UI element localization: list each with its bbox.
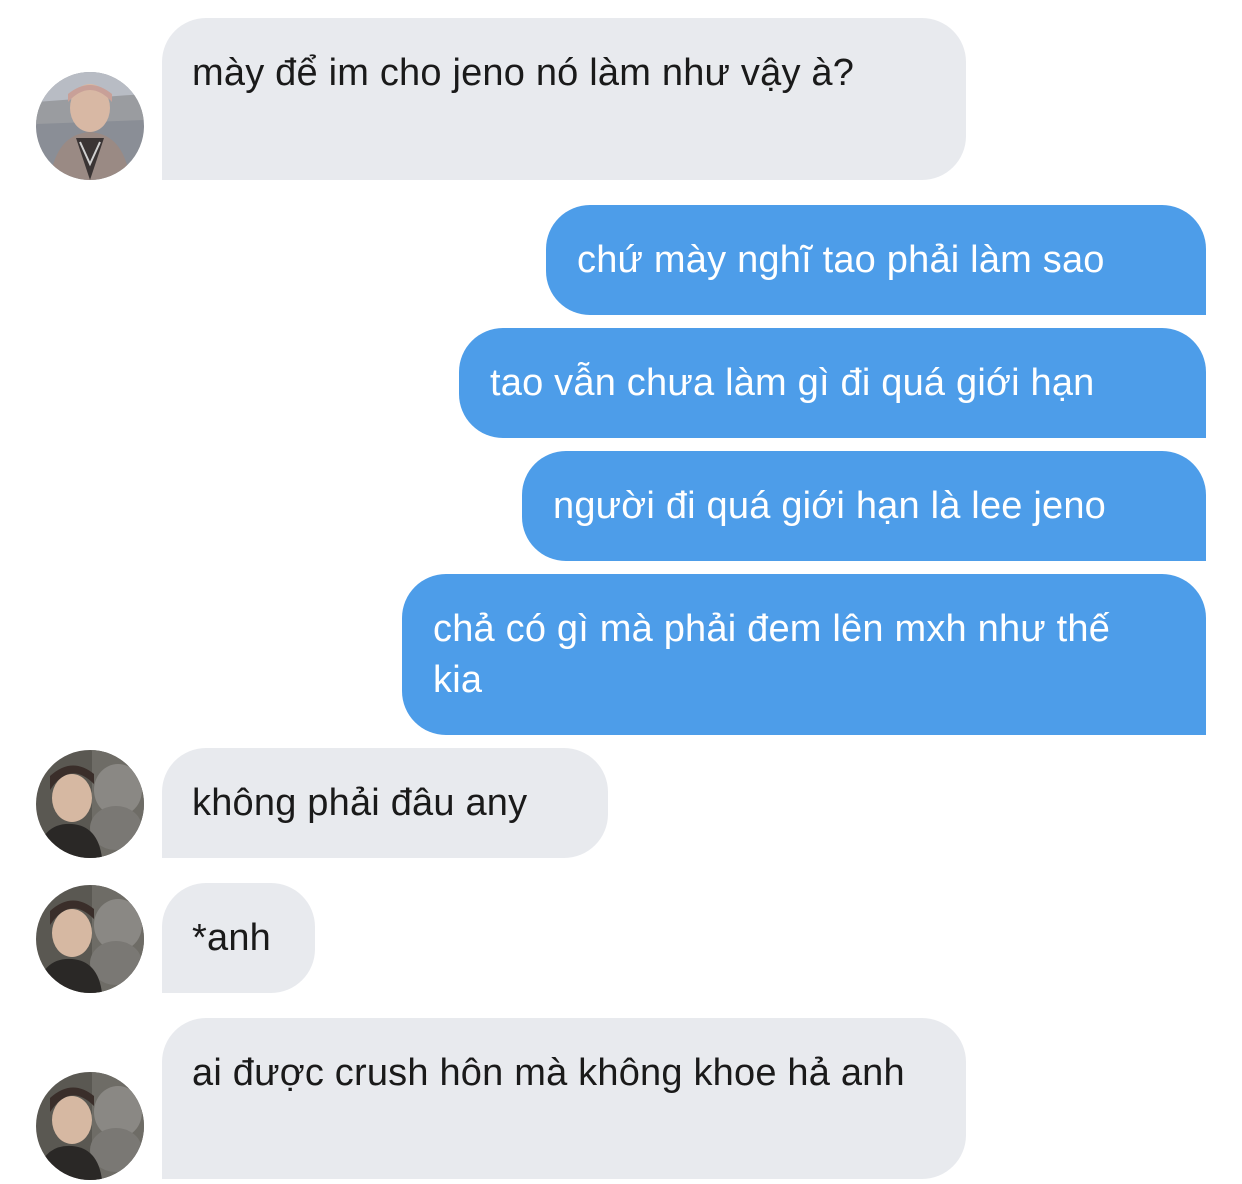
- message-bubble-outgoing[interactable]: chứ mày nghĩ tao phải làm sao: [546, 205, 1206, 315]
- message-bubble-outgoing[interactable]: tao vẫn chưa làm gì đi quá giới hạn: [459, 328, 1206, 438]
- avatar-photo: [36, 1072, 144, 1180]
- message-text: chả có gì mà phải đem lên mxh như thế ki…: [433, 608, 1111, 701]
- message-text: chứ mày nghĩ tao phải làm sao: [577, 239, 1105, 281]
- avatar-photo: [36, 750, 144, 858]
- message-bubble-outgoing[interactable]: người đi quá giới hạn là lee jeno: [522, 451, 1206, 561]
- avatar[interactable]: [36, 72, 144, 180]
- message-text: không phải đâu any: [192, 782, 528, 824]
- message-text: người đi quá giới hạn là lee jeno: [553, 485, 1107, 527]
- avatar[interactable]: [36, 1072, 144, 1180]
- message-bubble-incoming[interactable]: *anh: [162, 883, 315, 993]
- message-text: ai được crush hôn mà không khoe hả anh: [192, 1052, 905, 1094]
- message-bubble-incoming[interactable]: không phải đâu any: [162, 748, 608, 858]
- message-bubble-outgoing[interactable]: chả có gì mà phải đem lên mxh như thế ki…: [402, 574, 1206, 735]
- message-text: *anh: [192, 917, 271, 959]
- avatar-photo: [36, 72, 144, 180]
- chat-screen: { "messages": [ { "sender": "other", "av…: [0, 0, 1242, 1184]
- message-bubble-incoming[interactable]: mày để im cho jeno nó làm như vậy à?: [162, 18, 966, 180]
- avatar[interactable]: [36, 750, 144, 858]
- message-text: tao vẫn chưa làm gì đi quá giới hạn: [490, 362, 1095, 404]
- message-bubble-incoming[interactable]: ai được crush hôn mà không khoe hả anh: [162, 1018, 966, 1179]
- message-text: mày để im cho jeno nó làm như vậy à?: [192, 52, 855, 94]
- avatar-photo: [36, 885, 144, 993]
- avatar[interactable]: [36, 885, 144, 993]
